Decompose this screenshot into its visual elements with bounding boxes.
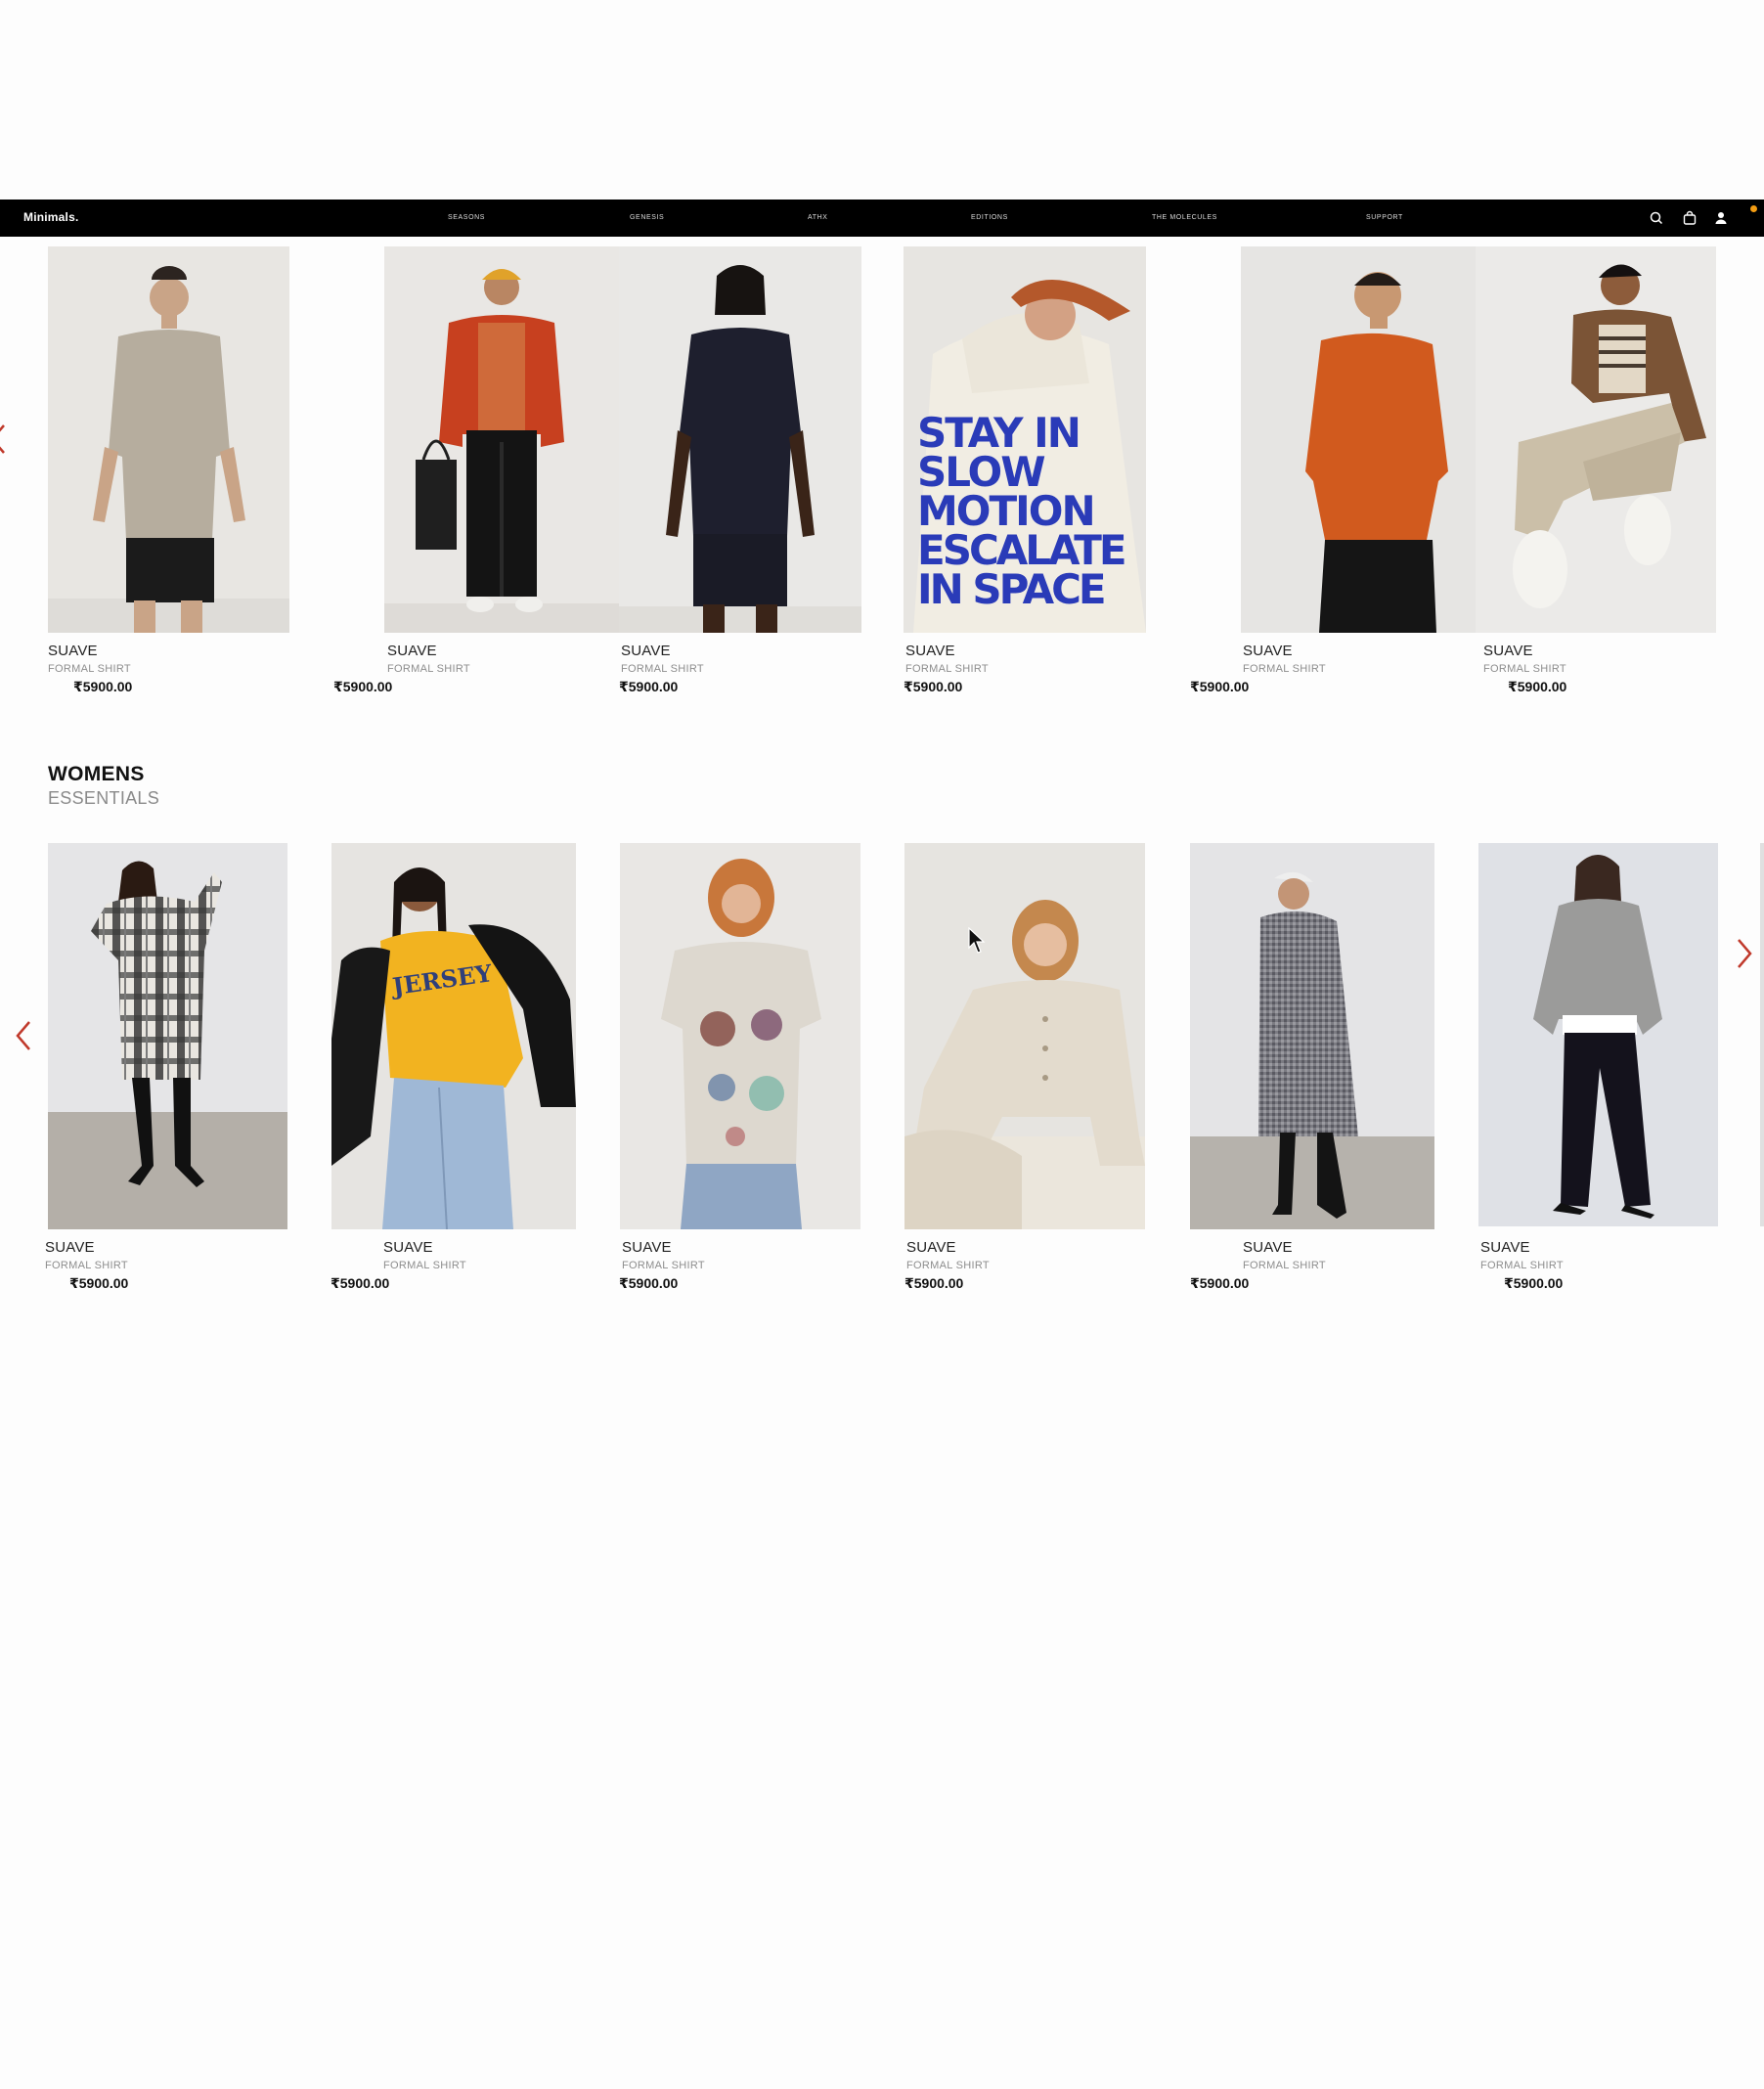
- product-name: SUAVE: [48, 643, 98, 659]
- product-image[interactable]: [1190, 843, 1434, 1229]
- brand-logo[interactable]: Minimals.: [23, 210, 78, 224]
- product-subtitle: FORMAL SHIRT: [45, 1260, 128, 1271]
- product-subtitle: FORMAL SHIRT: [387, 663, 470, 675]
- search-icon[interactable]: [1649, 210, 1664, 226]
- product-image[interactable]: [1476, 246, 1716, 633]
- product-name: SUAVE: [905, 643, 955, 659]
- product-price: ₹5900.00: [331, 1275, 390, 1291]
- product-subtitle: FORMAL SHIRT: [621, 663, 704, 675]
- product-image[interactable]: [384, 246, 619, 633]
- product-subtitle: FORMAL SHIRT: [622, 1260, 705, 1271]
- product-price: ₹5900.00: [904, 679, 963, 694]
- product-image[interactable]: [1478, 843, 1718, 1226]
- womens-section-heading: WOMENS ESSENTIALS: [48, 763, 159, 810]
- product-price: ₹5900.00: [1504, 1275, 1564, 1291]
- user-icon[interactable]: [1713, 210, 1729, 226]
- mens-prev-arrow[interactable]: [0, 422, 10, 456]
- womens-prev-arrow[interactable]: [14, 1019, 35, 1052]
- nav-link-athx[interactable]: ATHX: [808, 214, 828, 221]
- product-price: ₹5900.00: [619, 679, 679, 694]
- product-subtitle: FORMAL SHIRT: [1483, 663, 1566, 675]
- notification-dot: [1750, 205, 1757, 212]
- womens-next-arrow[interactable]: [1733, 937, 1754, 970]
- product-image[interactable]: [48, 246, 289, 633]
- product-image[interactable]: [904, 843, 1145, 1229]
- product-name: SUAVE: [387, 643, 437, 659]
- product-price: ₹5900.00: [904, 1275, 964, 1291]
- product-price: ₹5900.00: [333, 679, 393, 694]
- product-subtitle: FORMAL SHIRT: [48, 663, 131, 675]
- nav-link-editions[interactable]: EDITIONS: [971, 214, 1008, 221]
- product-name: SUAVE: [622, 1239, 672, 1256]
- product-subtitle: FORMAL SHIRT: [1480, 1260, 1564, 1271]
- top-navbar: Minimals. SEASONS GENESIS ATHX EDITIONS …: [0, 200, 1764, 237]
- nav-link-seasons[interactable]: SEASONS: [448, 214, 485, 221]
- product-name: SUAVE: [906, 1239, 956, 1256]
- product-price: ₹5900.00: [69, 1275, 129, 1291]
- product-image[interactable]: JERSEY: [331, 843, 576, 1229]
- product-image[interactable]: [1241, 246, 1476, 633]
- product-name: SUAVE: [45, 1239, 95, 1256]
- product-subtitle: FORMAL SHIRT: [905, 663, 989, 675]
- product-price: ₹5900.00: [619, 1275, 679, 1291]
- product-image[interactable]: STAY IN SLOW MOTION ESCALATE IN SPACE: [904, 246, 1146, 633]
- nav-link-the-molecules[interactable]: THE MOLECULES: [1152, 214, 1217, 221]
- product-price: ₹5900.00: [1508, 679, 1567, 694]
- product-subtitle: FORMAL SHIRT: [1243, 663, 1326, 675]
- nav-link-genesis[interactable]: GENESIS: [630, 214, 664, 221]
- product-image[interactable]: [48, 843, 287, 1229]
- hoodie-print-line-5: IN SPACE: [917, 565, 1104, 613]
- product-subtitle: FORMAL SHIRT: [383, 1260, 466, 1271]
- product-image[interactable]: [619, 246, 861, 633]
- product-price: ₹5900.00: [1190, 1275, 1250, 1291]
- product-name: SUAVE: [1243, 1239, 1293, 1256]
- product-name: SUAVE: [1480, 1239, 1530, 1256]
- product-name: SUAVE: [1483, 643, 1533, 659]
- product-price: ₹5900.00: [73, 679, 133, 694]
- product-name: SUAVE: [621, 643, 671, 659]
- bag-icon[interactable]: [1682, 210, 1698, 226]
- product-name: SUAVE: [1243, 643, 1293, 659]
- product-price: ₹5900.00: [1190, 679, 1250, 694]
- section-title: WOMENS: [48, 763, 145, 785]
- product-name: SUAVE: [383, 1239, 433, 1256]
- next-card-edge: [1760, 843, 1764, 1226]
- nav-link-support[interactable]: SUPPORT: [1366, 214, 1403, 221]
- product-subtitle: FORMAL SHIRT: [1243, 1260, 1326, 1271]
- product-image[interactable]: [620, 843, 860, 1229]
- section-subtitle: ESSENTIALS: [48, 788, 160, 808]
- product-subtitle: FORMAL SHIRT: [906, 1260, 990, 1271]
- mouse-cursor-icon: [968, 926, 986, 955]
